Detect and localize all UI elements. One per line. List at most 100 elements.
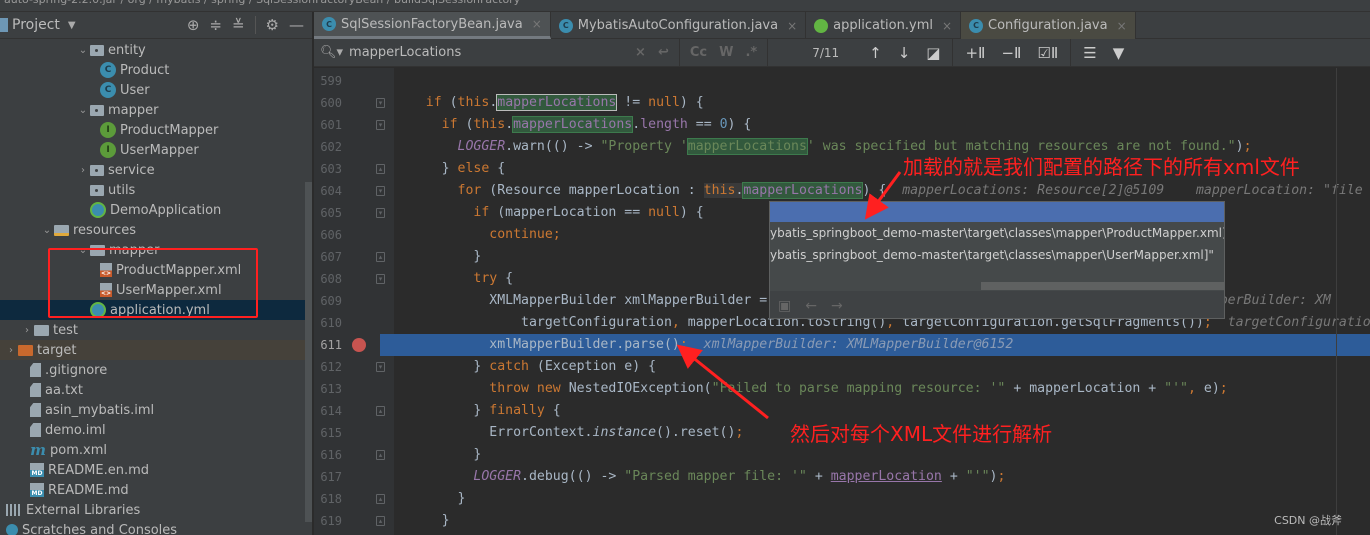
- breakpoint-icon[interactable]: [352, 338, 366, 352]
- line-number[interactable]: 602: [314, 140, 356, 154]
- chevron-right-icon[interactable]: ›: [4, 345, 18, 356]
- close-icon[interactable]: ×: [532, 17, 542, 31]
- new-line-icon[interactable]: ↩: [658, 45, 669, 60]
- tree-item[interactable]: C User: [0, 80, 312, 100]
- filter-search-results-icon[interactable]: ☰: [1083, 44, 1096, 62]
- hide-icon[interactable]: —: [289, 16, 304, 34]
- back-arrow-icon[interactable]: ←: [805, 298, 817, 314]
- code-line[interactable]: }: [394, 444, 1370, 466]
- tree-item[interactable]: MD README.md: [0, 480, 312, 500]
- tree-item[interactable]: ⌄ mapper: [0, 240, 312, 260]
- forward-arrow-icon[interactable]: →: [831, 298, 843, 314]
- line-number[interactable]: 606: [314, 228, 356, 242]
- popup-item-user-mapper[interactable]: ybatis_springboot_demo-master\target\cla…: [770, 244, 1224, 266]
- search-input[interactable]: [349, 45, 630, 60]
- code-line[interactable]: xmlMapperBuilder.parse(); xmlMapperBuild…: [380, 334, 1370, 356]
- line-number[interactable]: 609: [314, 294, 356, 308]
- line-number[interactable]: 608: [314, 272, 356, 286]
- fold-icon[interactable]: ▴: [376, 164, 385, 174]
- previous-occurrence-icon[interactable]: ↑: [869, 44, 882, 62]
- words-toggle[interactable]: W: [719, 45, 733, 60]
- fold-icon[interactable]: ▴: [376, 494, 385, 504]
- close-icon[interactable]: ×: [1117, 19, 1127, 33]
- add-occurrence-icon[interactable]: +Ⅱ: [965, 44, 985, 62]
- line-number[interactable]: 604: [314, 184, 356, 198]
- remove-occurrence-icon[interactable]: −Ⅱ: [1001, 44, 1021, 62]
- fold-icon[interactable]: ▾: [376, 186, 385, 196]
- line-number[interactable]: 612: [314, 360, 356, 374]
- fold-icon[interactable]: ▾: [376, 120, 385, 130]
- select-all-occurrences-icon[interactable]: ☑Ⅱ: [1037, 44, 1058, 62]
- close-icon[interactable]: ×: [942, 19, 952, 33]
- fold-icon[interactable]: ▾: [376, 208, 385, 218]
- chevron-down-icon[interactable]: ⌄: [76, 45, 90, 56]
- tab-mybatisautoconfiguration-java[interactable]: C MybatisAutoConfiguration.java ×: [551, 12, 807, 39]
- locate-icon[interactable]: ⊕: [187, 16, 200, 34]
- line-number[interactable]: 615: [314, 426, 356, 440]
- popup-horizontal-scrollbar[interactable]: [981, 282, 1224, 290]
- line-number[interactable]: 614: [314, 404, 356, 418]
- tree-item[interactable]: I UserMapper: [0, 140, 312, 160]
- tree-item[interactable]: DemoApplication: [0, 200, 312, 220]
- code-line[interactable]: } catch (Exception e) {: [394, 356, 1370, 378]
- chevron-down-icon[interactable]: ▼: [68, 20, 76, 31]
- fold-icon[interactable]: ▴: [376, 516, 385, 526]
- tree-item[interactable]: ⌄ entity: [0, 40, 312, 60]
- gear-icon[interactable]: ⚙: [266, 16, 279, 34]
- tree-item[interactable]: External Libraries: [0, 500, 312, 520]
- tree-item[interactable]: m pom.xml: [0, 440, 312, 460]
- code-line[interactable]: }: [394, 488, 1370, 510]
- fold-icon[interactable]: ▾: [376, 362, 385, 372]
- regex-toggle[interactable]: .*: [745, 45, 757, 60]
- line-number[interactable]: 605: [314, 206, 356, 220]
- line-number[interactable]: 607: [314, 250, 356, 264]
- tree-item[interactable]: <> ProductMapper.xml: [0, 260, 312, 280]
- line-number[interactable]: 599: [314, 74, 356, 88]
- code-line[interactable]: [394, 70, 1370, 92]
- chevron-down-icon[interactable]: ⌄: [40, 225, 54, 236]
- chevron-right-icon[interactable]: ›: [76, 165, 90, 176]
- tree-item[interactable]: .gitignore: [0, 360, 312, 380]
- clear-search-icon[interactable]: ×: [635, 45, 646, 60]
- tree-item[interactable]: <> UserMapper.xml: [0, 280, 312, 300]
- chevron-down-icon[interactable]: ⌄: [76, 105, 90, 116]
- line-number[interactable]: 618: [314, 492, 356, 506]
- popup-item-product-mapper[interactable]: ybatis_springboot_demo-master\target\cla…: [770, 222, 1224, 244]
- search-icon[interactable]: 🔍︎▾: [320, 45, 343, 60]
- tree-item[interactable]: ⌄ mapper: [0, 100, 312, 120]
- tree-item[interactable]: I ProductMapper: [0, 120, 312, 140]
- navigate-icon[interactable]: ▣: [778, 298, 791, 314]
- tab-configuration-java[interactable]: C Configuration.java ×: [961, 12, 1136, 39]
- chevron-right-icon[interactable]: ›: [20, 325, 34, 336]
- collapse-all-icon[interactable]: ≚: [232, 16, 245, 34]
- line-number[interactable]: 616: [314, 448, 356, 462]
- tree-item[interactable]: application.yml: [0, 300, 312, 320]
- tree-item[interactable]: utils: [0, 180, 312, 200]
- tree-item[interactable]: › target: [0, 340, 312, 360]
- line-number[interactable]: 613: [314, 382, 356, 396]
- line-number[interactable]: 617: [314, 470, 356, 484]
- fold-icon[interactable]: ▾: [376, 274, 385, 284]
- open-in-window-icon[interactable]: ◪: [926, 44, 940, 62]
- line-number[interactable]: 611: [314, 338, 356, 352]
- tree-item[interactable]: Scratches and Consoles: [0, 520, 312, 535]
- code-line[interactable]: }: [394, 510, 1370, 532]
- code-line[interactable]: for (Resource mapperLocation : this.mapp…: [394, 180, 1370, 202]
- tree-item[interactable]: MD README.en.md: [0, 460, 312, 480]
- line-number[interactable]: 610: [314, 316, 356, 330]
- match-case-toggle[interactable]: Cc: [690, 45, 707, 60]
- tree-item[interactable]: asin_mybatis.iml: [0, 400, 312, 420]
- next-occurrence-icon[interactable]: ↓: [898, 44, 911, 62]
- tree-item[interactable]: C Product: [0, 60, 312, 80]
- expand-all-icon[interactable]: ≑: [209, 16, 222, 34]
- line-number[interactable]: 600: [314, 96, 356, 110]
- line-number[interactable]: 603: [314, 162, 356, 176]
- tree-item[interactable]: › service: [0, 160, 312, 180]
- line-number[interactable]: 601: [314, 118, 356, 132]
- tree-item[interactable]: aa.txt: [0, 380, 312, 400]
- tab-sqlsessionfactorybean-java[interactable]: C SqlSessionFactoryBean.java ×: [314, 12, 551, 39]
- tree-item[interactable]: › test: [0, 320, 312, 340]
- popup-selected-row[interactable]: [770, 202, 1224, 222]
- code-line[interactable]: LOGGER.debug(() -> "Parsed mapper file: …: [394, 466, 1370, 488]
- close-icon[interactable]: ×: [787, 19, 797, 33]
